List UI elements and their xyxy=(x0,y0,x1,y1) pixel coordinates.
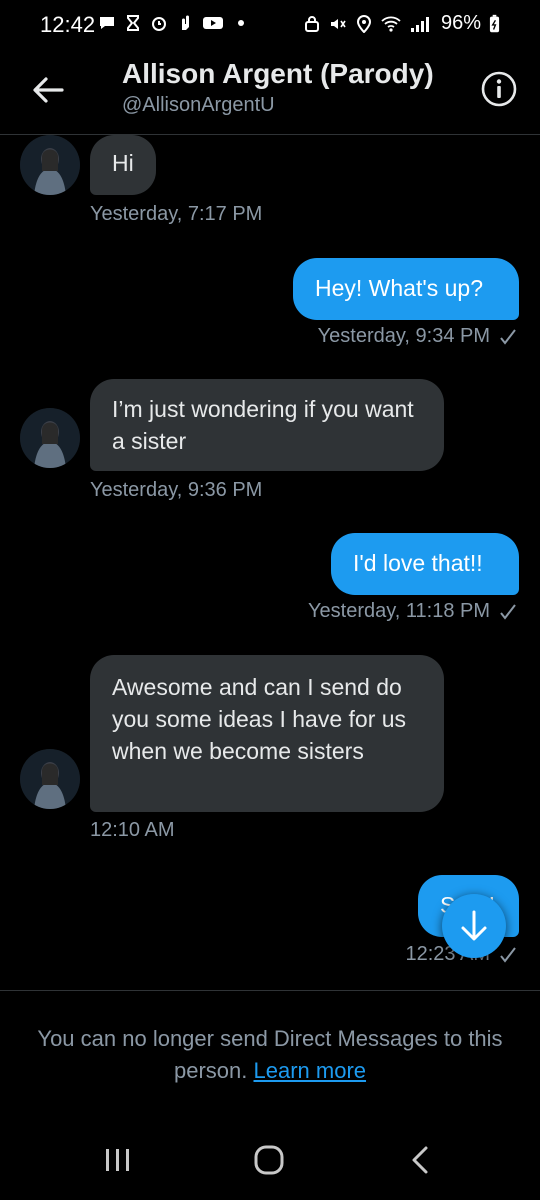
message-bubble-incoming[interactable]: Hi xyxy=(90,135,156,195)
conversation-header: Allison Argent (Parody) @AllisonArgentU xyxy=(0,48,540,135)
message-bubble-outgoing[interactable]: I'd love that!! xyxy=(331,533,519,595)
battery-icon xyxy=(489,14,500,32)
status-bar: 12:42 96% xyxy=(0,0,540,48)
message-bubble-incoming[interactable]: I’m just wondering if you want a sister xyxy=(90,379,444,471)
seen-check-icon xyxy=(500,604,516,620)
timestamp-text: Yesterday, 11:18 PM xyxy=(308,600,490,622)
location-icon xyxy=(356,14,371,33)
conversation-handle: @AllisonArgentU xyxy=(122,94,275,116)
system-icons: 96% xyxy=(303,12,500,35)
message-text: Hi xyxy=(112,150,134,176)
timestamp-text: 12:10 AM xyxy=(90,819,175,841)
message-text: Hey! What's up? xyxy=(315,275,484,301)
back-arrow-icon[interactable] xyxy=(26,68,70,112)
message-text: I’m just wondering if you want a sister xyxy=(112,396,414,454)
timestamp-text: Yesterday, 9:36 PM xyxy=(90,479,263,501)
avatar[interactable] xyxy=(20,749,80,809)
mute-icon xyxy=(330,18,346,29)
message-timestamp: 12:10 AM xyxy=(90,819,175,842)
notice-text-block: You can no longer send Direct Messages t… xyxy=(30,1023,510,1087)
timestamp-text: Yesterday, 7:17 PM xyxy=(90,203,263,225)
wifi-icon xyxy=(381,16,401,32)
avatar[interactable] xyxy=(20,408,80,468)
hourglass-icon xyxy=(127,15,139,31)
avatar[interactable] xyxy=(20,135,80,195)
signal-icon xyxy=(410,16,429,32)
status-time: 12:42 xyxy=(40,12,96,37)
scroll-to-bottom-button[interactable] xyxy=(442,894,506,958)
youtube-icon xyxy=(203,17,223,29)
info-icon[interactable] xyxy=(480,70,518,108)
more-notifications-dot xyxy=(238,20,244,26)
message-timestamp: Yesterday, 9:36 PM xyxy=(90,479,262,502)
message-timestamp: Yesterday, 7:17 PM xyxy=(90,203,262,226)
notification-icons xyxy=(98,14,244,32)
avatar-image xyxy=(20,749,80,809)
message-icon xyxy=(100,17,114,29)
dm-disabled-notice: You can no longer send Direct Messages t… xyxy=(0,990,540,1121)
timestamp-text: Yesterday, 9:34 PM xyxy=(317,325,490,347)
arrow-down-icon xyxy=(461,910,487,941)
message-timestamp: Yesterday, 9:34 PM xyxy=(318,325,518,348)
message-bubble-incoming[interactable]: Awesome and can I send do you some ideas… xyxy=(90,655,444,812)
seen-check-icon xyxy=(500,329,516,345)
avatar-image xyxy=(20,135,80,195)
message-text: Awesome and can I send do you some ideas… xyxy=(112,674,407,764)
recent-apps-icon[interactable] xyxy=(88,1140,148,1180)
home-icon[interactable] xyxy=(240,1140,300,1180)
message-bubble-outgoing[interactable]: Hey! What's up? xyxy=(293,258,519,320)
alarm-icon xyxy=(152,17,166,31)
hand-icon xyxy=(182,15,189,30)
lock-icon xyxy=(304,15,319,32)
avatar-image xyxy=(20,408,80,468)
system-navigation-bar xyxy=(0,1120,540,1200)
message-timestamp: Yesterday, 11:18 PM xyxy=(308,600,518,623)
conversation-title[interactable]: Allison Argent (Parody) xyxy=(122,58,434,90)
message-list[interactable]: Hi Yesterday, 7:17 PM Hey! What's up? Ye… xyxy=(0,135,540,990)
battery-percent: 96% xyxy=(440,12,481,34)
message-text: I'd love that!! xyxy=(353,550,483,576)
back-nav-icon[interactable] xyxy=(392,1140,452,1180)
learn-more-link[interactable]: Learn more xyxy=(254,1058,367,1083)
